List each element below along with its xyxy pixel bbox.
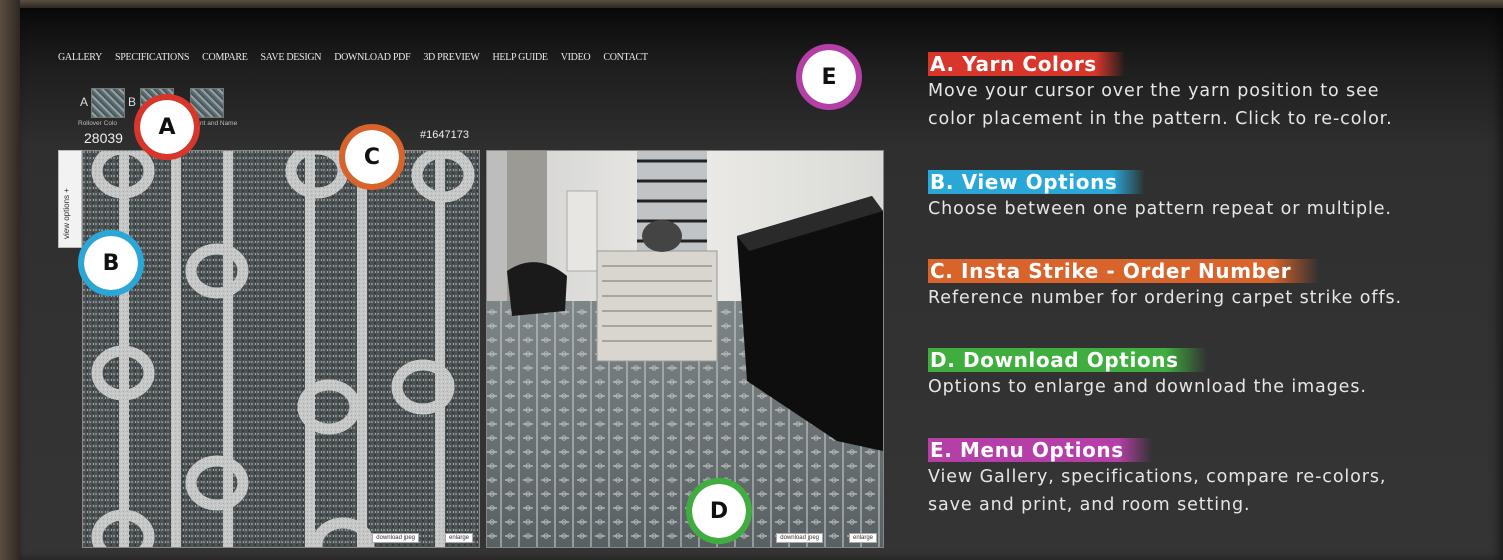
nav-gallery[interactable]: GALLERY (58, 52, 102, 63)
view-options-label: view options + (62, 188, 71, 239)
legend-insta-strike: C. Insta Strike - Order Number Reference… (928, 259, 1402, 313)
pattern-graphic (83, 151, 479, 547)
yarn-label-b: B (128, 95, 137, 109)
legend-desc-d-1: Options to enlarge and download the imag… (928, 377, 1367, 397)
yarn-swatch-a[interactable] (91, 88, 125, 118)
legend-yarn-colors: A. Yarn Colors Move your cursor over the… (928, 52, 1393, 134)
nav-download-pdf[interactable]: DOWNLOAD PDF (334, 52, 410, 63)
legend-menu-options: E. Menu Options View Gallery, specificat… (928, 438, 1386, 520)
pattern-preview[interactable]: download jpeg enlarge (82, 150, 480, 548)
yarn-label-a: A (80, 95, 89, 109)
callout-badge-b: B (78, 230, 144, 296)
top-bezel (0, 0, 1503, 8)
legend-desc-a-2: color placement in the pattern. Click to… (928, 109, 1393, 129)
legend-desc-a-1: Move your cursor over the yarn position … (928, 81, 1380, 101)
print-hint: nt and Name (200, 120, 238, 127)
legend-desc-c-1: Reference number for ordering carpet str… (928, 288, 1402, 308)
legend-desc-e-2: save and print, and room setting. (928, 495, 1251, 515)
callout-letter-a: A (158, 114, 176, 140)
nav-3d-preview[interactable]: 3D PREVIEW (423, 52, 479, 63)
left-bezel (0, 0, 20, 560)
room-scene (487, 151, 883, 547)
view-options-tab[interactable]: view options + (58, 150, 82, 248)
legend-title-e: E. Menu Options (928, 438, 1152, 462)
room-preview[interactable]: download jpeg enlarge (486, 150, 884, 548)
legend-title-d: D. Download Options (928, 348, 1207, 372)
legend-desc-e-1: View Gallery, specifications, compare re… (928, 467, 1387, 487)
callout-badge-a: A (134, 94, 200, 160)
room-download-jpg-button[interactable]: download jpeg (776, 533, 823, 543)
nav-specifications[interactable]: SPECIFICATIONS (115, 52, 189, 63)
nav-video[interactable]: VIDEO (561, 52, 591, 63)
callout-badge-d: D (686, 478, 752, 544)
legend-download-options: D. Download Options Options to enlarge a… (928, 348, 1367, 402)
room-enlarge-button[interactable]: enlarge (848, 533, 877, 543)
callout-letter-d: D (709, 498, 729, 524)
callout-letter-e: E (821, 64, 837, 90)
callout-badge-c: C (339, 124, 405, 190)
callout-letter-b: B (102, 250, 120, 276)
pattern-enlarge-button[interactable]: enlarge (444, 533, 473, 543)
pattern-number: 28039 (84, 130, 123, 146)
legend-title-b: B. View Options (928, 170, 1146, 194)
nav-help-guide[interactable]: HELP GUIDE (493, 52, 549, 63)
legend-title-a: A. Yarn Colors (928, 52, 1125, 76)
top-menu: GALLERY SPECIFICATIONS COMPARE SAVE DESI… (58, 52, 661, 63)
legend-view-options: B. View Options Choose between one patte… (928, 170, 1392, 224)
nav-save-design[interactable]: SAVE DESIGN (261, 52, 322, 63)
order-number: #1647173 (420, 129, 469, 141)
nav-compare[interactable]: COMPARE (202, 52, 248, 63)
rollover-hint: Rollover Colo (78, 120, 118, 127)
callout-badge-e: E (796, 44, 862, 110)
callout-letter-c: C (363, 144, 381, 170)
legend-desc-b-1: Choose between one pattern repeat or mul… (928, 199, 1392, 219)
nav-contact[interactable]: CONTACT (603, 52, 648, 63)
legend-title-c: C. Insta Strike - Order Number (928, 259, 1320, 283)
pattern-download-jpg-button[interactable]: download jpeg (372, 533, 419, 543)
